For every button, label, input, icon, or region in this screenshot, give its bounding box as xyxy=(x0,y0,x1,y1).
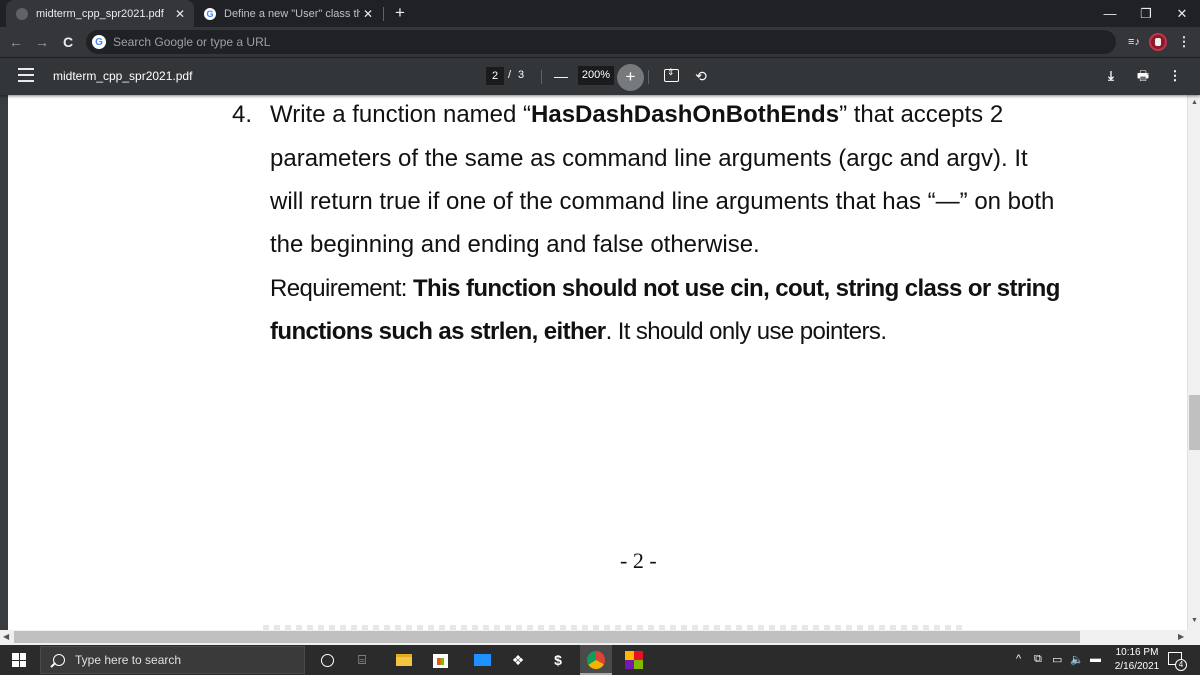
color-app-icon[interactable] xyxy=(624,650,644,670)
download-icon[interactable]: ⤓ xyxy=(1102,67,1120,85)
pdf-title: midterm_cpp_spr2021.pdf xyxy=(53,69,193,83)
vertical-scrollbar[interactable]: ▲ ▼ xyxy=(1187,95,1200,630)
close-tab-icon[interactable]: ✕ xyxy=(172,7,188,21)
app-s-icon[interactable]: $ xyxy=(548,650,568,670)
question-line-1: Write a function named “HasDashDashOnBot… xyxy=(270,101,1003,129)
zoom-in-button[interactable]: + xyxy=(617,64,644,91)
store-icon[interactable] xyxy=(430,650,450,670)
google-icon: G xyxy=(204,7,216,20)
rotate-icon[interactable]: ⟲ xyxy=(692,67,710,85)
fit-to-page-icon[interactable] xyxy=(664,67,679,82)
question-line-4: the beginning and ending and false other… xyxy=(270,231,760,258)
cortana-icon[interactable] xyxy=(317,650,337,670)
network-icon[interactable]: ▭ xyxy=(1052,653,1062,666)
viewer-left-edge xyxy=(0,95,8,630)
browser-toolbar: ← → C G Search Google or type a URL ≡♪ ⋮ xyxy=(0,27,1200,57)
zoom-level-input[interactable]: 200% xyxy=(578,66,614,85)
meet-now-icon[interactable]: ⧉ xyxy=(1034,653,1042,666)
back-button[interactable]: ← xyxy=(6,32,26,52)
scroll-up-arrow-icon[interactable]: ▲ xyxy=(1190,99,1199,106)
clock-date[interactable]: 2/16/2021 xyxy=(1108,661,1166,672)
restore-button[interactable]: ❐ xyxy=(1128,0,1164,27)
divider xyxy=(541,70,542,84)
close-tab-icon[interactable]: ✕ xyxy=(360,7,376,21)
taskbar-search[interactable]: Type here to search xyxy=(40,646,305,674)
scroll-down-arrow-icon[interactable]: ▼ xyxy=(1190,617,1199,624)
media-control-icon[interactable]: ≡♪ xyxy=(1124,32,1144,52)
battery-icon[interactable]: ▬ xyxy=(1090,653,1101,665)
tab-google[interactable]: G Define a new "User" class that co ✕ xyxy=(196,0,382,27)
tab-title: Define a new "User" class that co xyxy=(224,7,360,20)
text: Write a function named “ xyxy=(270,101,532,128)
text: ” that accepts 2 xyxy=(839,101,1004,128)
profile-avatar[interactable] xyxy=(1149,33,1167,51)
file-explorer-icon[interactable] xyxy=(394,650,414,670)
tab-strip: midterm_cpp_spr2021.pdf ✕ G Define a new… xyxy=(0,0,1200,27)
pdf-page: 4. Write a function named “HasDashDashOn… xyxy=(8,95,1187,630)
horizontal-scroll-thumb[interactable] xyxy=(14,631,1080,643)
windows-start-icon[interactable] xyxy=(12,653,26,667)
tab-divider xyxy=(383,7,384,21)
tab-title: midterm_cpp_spr2021.pdf xyxy=(36,7,164,20)
address-placeholder: Search Google or type a URL xyxy=(113,35,271,49)
new-tab-button[interactable]: + xyxy=(390,3,410,23)
clock-time[interactable]: 10:16 PM xyxy=(1112,647,1162,658)
requirement-line-1: Requirement: This function should not us… xyxy=(270,275,1060,303)
requirement-line-2: functions such as strlen, either. It sho… xyxy=(270,318,887,346)
chrome-icon xyxy=(587,651,605,669)
total-pages: 3 xyxy=(518,69,525,81)
zoom-out-button[interactable]: — xyxy=(551,67,571,85)
page-number-input[interactable]: 2 xyxy=(486,67,504,85)
vertical-scroll-thumb[interactable] xyxy=(1189,395,1200,450)
search-placeholder: Type here to search xyxy=(75,653,182,667)
forward-button[interactable]: → xyxy=(32,32,52,52)
google-icon: G xyxy=(92,35,106,49)
notification-count: 4 xyxy=(1175,659,1187,671)
more-actions-icon[interactable]: ⋮ xyxy=(1166,67,1184,85)
address-bar[interactable]: G Search Google or type a URL xyxy=(86,30,1116,54)
search-icon xyxy=(53,654,65,666)
task-view-icon[interactable]: ⌸ xyxy=(352,650,372,670)
scroll-left-arrow-icon[interactable]: ◀ xyxy=(3,632,9,641)
hamburger-menu-icon[interactable] xyxy=(18,68,34,82)
chrome-taskbar-button[interactable] xyxy=(580,645,612,675)
volume-icon[interactable]: 🔈 xyxy=(1070,653,1084,666)
page-footer: - 2 - xyxy=(620,548,657,573)
browser-menu-icon[interactable]: ⋮ xyxy=(1174,32,1194,52)
minimize-button[interactable]: — xyxy=(1092,0,1128,27)
divider xyxy=(648,70,649,84)
question-line-3: will return true if one of the command l… xyxy=(270,188,1055,215)
mail-icon[interactable] xyxy=(472,650,492,670)
scroll-right-arrow-icon[interactable]: ▶ xyxy=(1178,632,1184,641)
windows-taskbar: Type here to search ⌸ ❖ $ ^ ⧉ ▭ 🔈 ▬ 10:1… xyxy=(0,645,1200,675)
reload-button[interactable]: C xyxy=(58,32,78,52)
show-hidden-icons[interactable]: ^ xyxy=(1016,653,1021,665)
tab-pdf[interactable]: midterm_cpp_spr2021.pdf ✕ xyxy=(6,0,194,27)
page-separator: / xyxy=(508,69,512,81)
question-line-2: parameters of the same as command line a… xyxy=(270,145,1028,172)
pdf-viewer: 4. Write a function named “HasDashDashOn… xyxy=(0,95,1200,645)
requirement-bold: functions such as strlen, either xyxy=(270,318,606,345)
close-window-button[interactable]: ✕ xyxy=(1164,0,1200,27)
pdf-toolbar: midterm_cpp_spr2021.pdf 2 / 3 — 200% + ⟲… xyxy=(0,58,1200,95)
function-name: HasDashDashOnBothEnds xyxy=(531,101,840,128)
question-number: 4. xyxy=(232,101,253,128)
requirement-bold: This function should not use cin, cout, … xyxy=(412,275,1060,302)
text: . It should only use pointers. xyxy=(605,318,887,345)
dropbox-icon[interactable]: ❖ xyxy=(508,650,528,670)
requirement-label: Requirement: xyxy=(270,275,413,302)
horizontal-scrollbar[interactable]: ◀ ▶ xyxy=(0,630,1200,645)
print-icon[interactable]: 🖶 xyxy=(1134,67,1152,85)
globe-icon xyxy=(16,7,28,20)
